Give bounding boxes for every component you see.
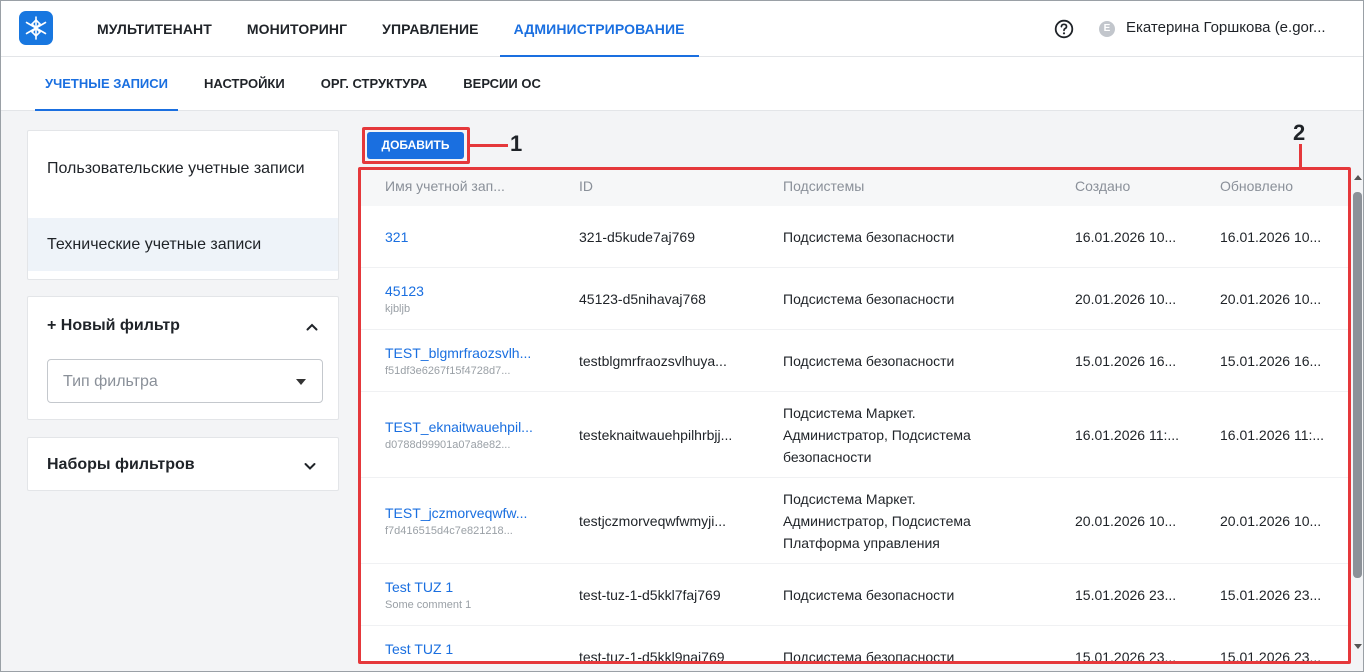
main-nav-administration[interactable]: АДМИНИСТРИРОВАНИЕ <box>499 1 699 57</box>
filter-type-placeholder: Тип фильтра <box>63 373 158 390</box>
main-nav-management[interactable]: УПРАВЛЕНИЕ <box>382 1 478 57</box>
callout-number-1: 1 <box>510 131 523 156</box>
callout-leader-1 <box>470 144 508 147</box>
callout-leader-2 <box>1299 144 1302 169</box>
caret-down-icon <box>296 379 306 385</box>
new-filter-button[interactable]: + Новый фильтр <box>47 317 180 335</box>
main-nav: МУЛЬТИТЕНАНТ МОНИТОРИНГ УПРАВЛЕНИЕ АДМИН… <box>97 1 720 57</box>
avatar[interactable]: E <box>1099 21 1115 37</box>
tab-os-versions[interactable]: ВЕРСИИ ОС <box>463 57 541 111</box>
app-logo-icon[interactable] <box>19 11 53 45</box>
help-icon[interactable] <box>1054 19 1074 39</box>
tab-accounts[interactable]: УЧЕТНЫЕ ЗАПИСИ <box>34 57 179 111</box>
chevron-down-icon[interactable] <box>302 458 318 474</box>
scroll-down-icon[interactable] <box>1354 644 1362 649</box>
user-name[interactable]: Екатерина Горшкова (e.gor... <box>1126 19 1326 36</box>
chevron-up-icon[interactable] <box>304 319 320 335</box>
callout-highlight-2 <box>358 167 1351 664</box>
callout-number-2: 2 <box>1293 120 1306 145</box>
new-filter-panel: + Новый фильтр Тип фильтра <box>27 296 339 420</box>
account-type-list: Пользовательские учетные записи Техничес… <box>27 130 339 280</box>
scroll-up-icon[interactable] <box>1354 175 1362 180</box>
sub-navigation-bar: УЧЕТНЫЕ ЗАПИСИ НАСТРОЙКИ ОРГ. СТРУКТУРА … <box>1 57 1363 111</box>
account-type-technical[interactable]: Технические учетные записи <box>28 218 338 271</box>
filter-sets-panel[interactable]: Наборы фильтров <box>27 437 339 491</box>
main-nav-monitoring[interactable]: МОНИТОРИНГ <box>247 1 347 57</box>
main-nav-multitenant[interactable]: МУЛЬТИТЕНАНТ <box>97 1 212 57</box>
account-type-user[interactable]: Пользовательские учетные записи <box>28 131 338 218</box>
sub-nav: УЧЕТНЫЕ ЗАПИСИ НАСТРОЙКИ ОРГ. СТРУКТУРА … <box>34 57 577 111</box>
filter-sets-label: Наборы фильтров <box>47 456 195 473</box>
tab-settings[interactable]: НАСТРОЙКИ <box>204 57 285 111</box>
filter-type-select[interactable]: Тип фильтра <box>47 359 323 403</box>
callout-highlight-1 <box>362 127 470 164</box>
tab-org-structure[interactable]: ОРГ. СТРУКТУРА <box>321 57 428 111</box>
top-navigation-bar: МУЛЬТИТЕНАНТ МОНИТОРИНГ УПРАВЛЕНИЕ АДМИН… <box>1 1 1363 57</box>
scrollbar-thumb[interactable] <box>1353 192 1362 578</box>
